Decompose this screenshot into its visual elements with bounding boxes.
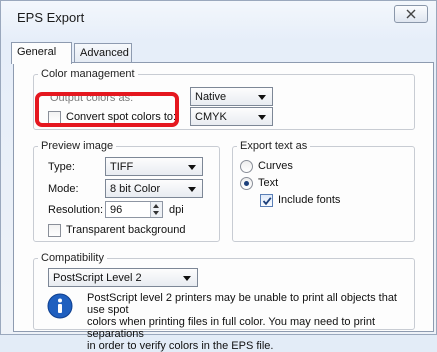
- info-line-2: colors when printing files in full color…: [87, 316, 375, 340]
- info-icon: [47, 293, 73, 319]
- export-text-group: Export text as: [232, 140, 415, 242]
- tab-general-label: General: [17, 46, 57, 58]
- compatibility-select[interactable]: PostScript Level 2: [48, 268, 198, 287]
- close-button[interactable]: [394, 5, 428, 23]
- info-line-3: in order to verify colors in the EPS fil…: [87, 340, 274, 352]
- tab-general[interactable]: General: [11, 42, 72, 64]
- window-title: EPS Export: [17, 10, 85, 25]
- type-value: TIFF: [110, 161, 134, 173]
- compatibility-info-text: PostScript level 2 printers may be unabl…: [87, 292, 417, 352]
- output-colors-select[interactable]: Native: [190, 87, 273, 106]
- compatibility-value: PostScript Level 2: [53, 272, 142, 284]
- resolution-unit: dpi: [169, 204, 184, 216]
- tab-advanced[interactable]: Advanced: [74, 43, 132, 63]
- resolution-value: 96: [110, 204, 123, 216]
- convert-spot-value: CMYK: [195, 111, 227, 123]
- output-colors-value: Native: [195, 91, 227, 103]
- chevron-down-icon: [188, 187, 196, 192]
- transparent-background-label: Transparent background: [66, 224, 186, 236]
- spin-up-icon[interactable]: [153, 204, 159, 208]
- annotation-highlight: [35, 92, 179, 127]
- include-fonts-label: Include fonts: [278, 194, 341, 206]
- type-label: Type:: [48, 161, 75, 173]
- preview-image-legend: Preview image: [41, 140, 114, 152]
- type-select[interactable]: TIFF: [105, 157, 203, 176]
- spin-down-icon[interactable]: [153, 211, 159, 215]
- mode-label: Mode:: [48, 183, 79, 195]
- text-label: Text: [258, 177, 279, 189]
- include-fonts-checkbox[interactable]: [260, 194, 273, 207]
- chevron-down-icon: [258, 115, 266, 120]
- resolution-spin-buttons[interactable]: [150, 202, 162, 217]
- curves-label: Curves: [258, 160, 293, 172]
- chevron-down-icon: [258, 95, 266, 100]
- close-icon: [406, 9, 416, 19]
- text-radio[interactable]: [240, 177, 253, 190]
- compatibility-legend: Compatibility: [41, 252, 104, 264]
- resolution-label: Resolution:: [48, 204, 104, 216]
- eps-export-dialog: EPS Export General Advanced Color manage…: [0, 0, 437, 352]
- checkmark-icon: [262, 197, 272, 206]
- convert-spot-select[interactable]: CMYK: [190, 107, 273, 126]
- export-text-legend: Export text as: [240, 140, 308, 152]
- resolution-spinner[interactable]: 96: [105, 201, 163, 218]
- mode-select[interactable]: 8 bit Color: [105, 179, 203, 198]
- info-line-1: PostScript level 2 printers may be unabl…: [87, 292, 397, 316]
- curves-radio[interactable]: [240, 160, 253, 173]
- chevron-down-icon: [188, 165, 196, 170]
- color-management-legend: Color management: [41, 68, 135, 80]
- tab-advanced-label: Advanced: [80, 47, 129, 59]
- mode-value: 8 bit Color: [110, 183, 161, 195]
- transparent-background-checkbox[interactable]: [48, 224, 61, 237]
- title-bar: EPS Export: [1, 1, 436, 35]
- chevron-down-icon: [183, 276, 191, 281]
